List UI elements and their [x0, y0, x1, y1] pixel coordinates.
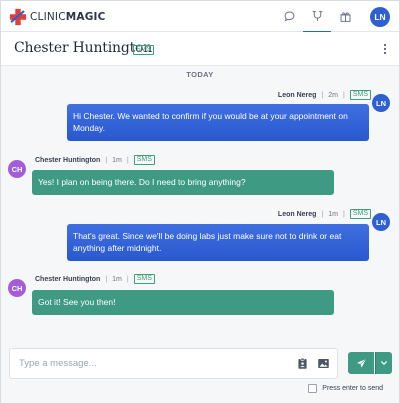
message-meta: Leon Nereg | 2m | SMS — [278, 90, 371, 100]
message-time: 1m — [328, 210, 338, 218]
message-bubble-outgoing: Hi Chester. We wanted to confirm if you … — [67, 104, 369, 141]
channel-badge: SMS — [349, 209, 371, 219]
send-button[interactable] — [348, 352, 374, 374]
day-divider: TODAY — [186, 70, 214, 79]
sender-name: Leon Nereg — [277, 210, 317, 218]
conversation-header: Chester Huntington SMS — [1, 32, 399, 66]
nav-clinical[interactable] — [303, 1, 331, 33]
logo[interactable]: CLINICMAGIC — [9, 7, 106, 26]
sender-name: Chester Huntington — [35, 156, 101, 164]
chevron-down-icon — [381, 361, 387, 365]
message-bubble-incoming: Yes! I plan on being there. Do I need to… — [32, 170, 334, 195]
chat-icon — [284, 11, 294, 22]
message-time: 1m — [112, 275, 122, 283]
image-attach-icon[interactable] — [317, 357, 330, 370]
message-input[interactable] — [10, 349, 270, 378]
message-time: 1m — [112, 156, 122, 164]
avatar: CH — [8, 160, 26, 178]
enter-to-send-option[interactable]: Press enter to send — [308, 384, 383, 393]
channel-badge: SMS — [349, 90, 371, 100]
sender-name: Chester Huntington — [35, 275, 101, 283]
message-bubble-incoming: Got it! See you then! — [32, 290, 334, 315]
avatar: LN — [372, 94, 390, 112]
send-button-group — [348, 352, 392, 374]
channel-badge: SMS — [133, 155, 155, 165]
message-meta: Chester Huntington | 1m | SMS — [35, 155, 155, 165]
more-options-icon[interactable] — [380, 41, 390, 57]
message-thread: TODAY Leon Nereg | 2m | SMS Hi Chester. … — [1, 66, 399, 344]
app-window: CLINICMAGIC LN Chester Huntington SMS TO… — [0, 0, 400, 403]
channel-badge: SMS — [133, 45, 155, 55]
message-input-box — [9, 348, 338, 379]
message-meta: Chester Huntington | 1m | SMS — [35, 274, 155, 284]
top-nav: CLINICMAGIC LN — [1, 1, 399, 33]
nav-chat[interactable] — [275, 1, 303, 32]
message-composer: Press enter to send — [1, 344, 399, 403]
gift-icon — [340, 12, 350, 22]
clipboard-template-icon[interactable] — [296, 357, 309, 370]
paper-plane-icon — [356, 358, 366, 368]
enter-to-send-label: Press enter to send — [322, 385, 383, 392]
sender-name: Leon Nereg — [277, 91, 317, 99]
message-time: 2m — [328, 91, 338, 99]
avatar: LN — [372, 213, 390, 231]
contact-name: Chester Huntington — [14, 40, 153, 56]
enter-to-send-checkbox[interactable] — [308, 384, 318, 393]
send-options-button[interactable] — [375, 352, 392, 374]
message-bubble-outgoing: That's great. Since we'll be doing labs … — [67, 224, 369, 261]
brand-name: CLINICMAGIC — [30, 10, 106, 23]
logo-cross-icon — [9, 8, 27, 25]
avatar: CH — [8, 279, 26, 297]
stethoscope-icon — [312, 11, 322, 22]
message-meta: Leon Nereg | 1m | SMS — [278, 209, 371, 219]
channel-badge: SMS — [133, 274, 155, 284]
user-avatar[interactable]: LN — [370, 7, 390, 27]
nav-gifts[interactable] — [331, 1, 359, 32]
